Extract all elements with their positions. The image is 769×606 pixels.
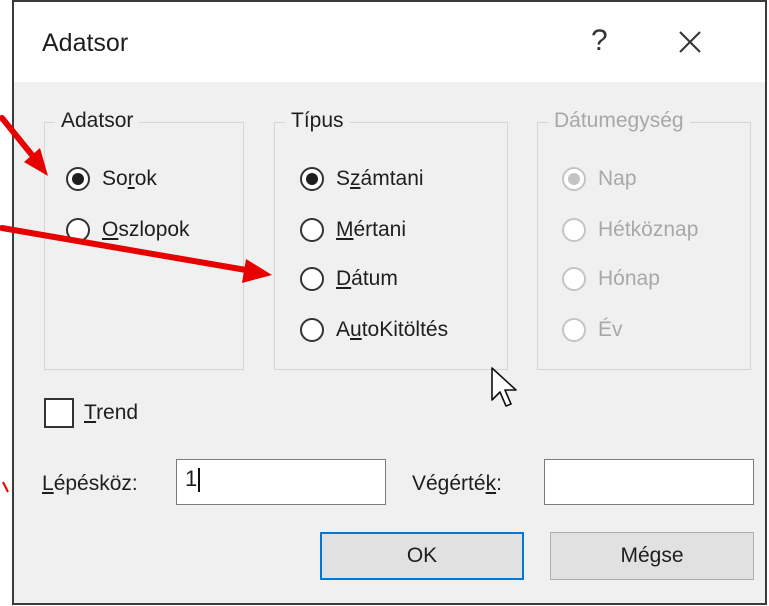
arrow-to-rows-icon (0, 115, 48, 176)
arrow-to-date-icon (0, 225, 272, 283)
annotation-arrows (0, 115, 272, 493)
annotation-tick (2, 481, 9, 493)
